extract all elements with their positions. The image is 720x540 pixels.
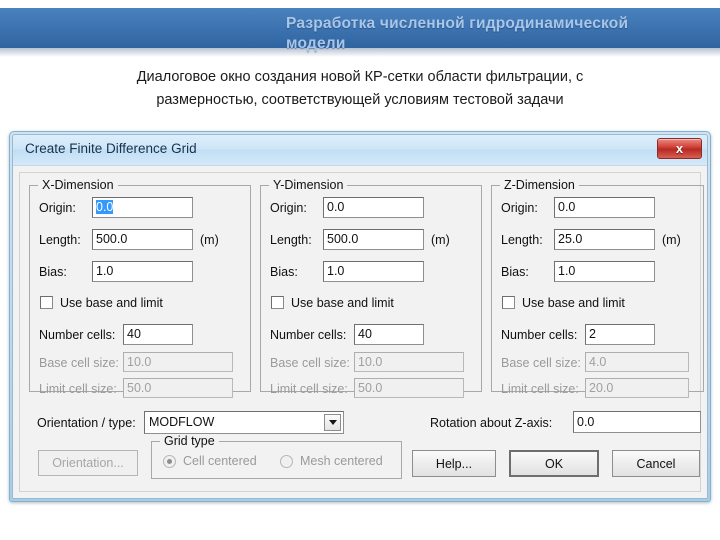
cancel-button[interactable]: Cancel bbox=[612, 450, 700, 477]
group-z-dimension: Z-Dimension Origin: 0.0 Length: 25.0 (m)… bbox=[491, 178, 704, 398]
y-number-cells-input[interactable]: 40 bbox=[354, 324, 424, 345]
y-limit-cell-size-input: 50.0 bbox=[354, 378, 464, 398]
help-button[interactable]: Help... bbox=[412, 450, 496, 477]
z-origin-input[interactable]: 0.0 bbox=[554, 197, 655, 218]
y-number-cells-label: Number cells: bbox=[270, 328, 347, 342]
z-limit-cell-size-input: 20.0 bbox=[585, 378, 689, 398]
chevron-down-icon[interactable] bbox=[324, 414, 341, 431]
slide-subtitle: Диалоговое окно создания новой КР-сетки … bbox=[52, 66, 668, 112]
x-base-cell-size-label: Base cell size: bbox=[39, 356, 119, 370]
group-x-dimension: X-Dimension Origin: 0.0 Length: 500.0 (m… bbox=[29, 178, 251, 398]
group-y-dimension: Y-Dimension Origin: 0.0 Length: 500.0 (m… bbox=[260, 178, 482, 398]
x-number-cells-input[interactable]: 40 bbox=[123, 324, 193, 345]
y-base-cell-size-label: Base cell size: bbox=[270, 356, 350, 370]
z-number-cells-label: Number cells: bbox=[501, 328, 578, 342]
radio-mesh-centered bbox=[280, 455, 293, 468]
y-use-base-and-limit-label: Use base and limit bbox=[291, 296, 394, 310]
y-length-label: Length: bbox=[270, 233, 312, 247]
orientation-type-label: Orientation / type: bbox=[37, 416, 136, 430]
radio-cell-centered bbox=[163, 455, 176, 468]
z-use-base-and-limit-label: Use base and limit bbox=[522, 296, 625, 310]
y-length-unit: (m) bbox=[431, 233, 450, 247]
z-origin-label: Origin: bbox=[501, 201, 538, 215]
y-bias-label: Bias: bbox=[270, 265, 298, 279]
group-x-dimension-label: X-Dimension bbox=[38, 178, 118, 192]
x-length-unit: (m) bbox=[200, 233, 219, 247]
z-number-cells-input[interactable]: 2 bbox=[585, 324, 655, 345]
dialog-titlebar[interactable]: Create Finite Difference Grid x bbox=[13, 135, 707, 166]
x-origin-input[interactable]: 0.0 bbox=[92, 197, 193, 218]
ok-button[interactable]: OK bbox=[509, 450, 599, 477]
rotation-about-z-axis-label: Rotation about Z-axis: bbox=[430, 416, 553, 430]
y-use-base-and-limit-checkbox[interactable] bbox=[271, 296, 284, 309]
x-use-base-and-limit-checkbox[interactable] bbox=[40, 296, 53, 309]
dialog-title: Create Finite Difference Grid bbox=[25, 141, 197, 156]
z-length-unit: (m) bbox=[662, 233, 681, 247]
y-base-cell-size-input: 10.0 bbox=[354, 352, 464, 372]
x-length-input[interactable]: 500.0 bbox=[92, 229, 193, 250]
y-origin-label: Origin: bbox=[270, 201, 307, 215]
subtitle-line2: размерностью, соответствующей условиям т… bbox=[156, 92, 564, 108]
x-number-cells-label: Number cells: bbox=[39, 328, 116, 342]
slide-banner-title: Разработка численной гидродинамической м… bbox=[286, 14, 698, 54]
x-origin-value: 0.0 bbox=[96, 200, 114, 214]
orientation-type-combobox[interactable]: MODFLOW bbox=[144, 411, 344, 434]
group-grid-type: Grid type Cell centered Mesh centered bbox=[151, 434, 402, 479]
slide-root: Разработка численной гидродинамической м… bbox=[0, 0, 720, 540]
z-limit-cell-size-label: Limit cell size: bbox=[501, 382, 579, 396]
radio-cell-centered-label: Cell centered bbox=[183, 454, 257, 468]
banner-title-line1: Разработка численной гидродинамической bbox=[286, 15, 629, 32]
group-grid-type-label: Grid type bbox=[160, 434, 219, 448]
z-base-cell-size-input: 4.0 bbox=[585, 352, 689, 372]
subtitle-line1: Диалоговое окно создания новой КР-сетки … bbox=[136, 69, 584, 85]
z-bias-label: Bias: bbox=[501, 265, 529, 279]
z-length-label: Length: bbox=[501, 233, 543, 247]
group-y-dimension-label: Y-Dimension bbox=[269, 178, 348, 192]
create-finite-difference-grid-dialog: Create Finite Difference Grid x X-Dimens… bbox=[12, 134, 708, 499]
z-base-cell-size-label: Base cell size: bbox=[501, 356, 581, 370]
banner-title-line2: модели bbox=[286, 35, 346, 52]
y-length-input[interactable]: 500.0 bbox=[323, 229, 424, 250]
rotation-about-z-axis-input[interactable]: 0.0 bbox=[573, 411, 701, 433]
z-bias-input[interactable]: 1.0 bbox=[554, 261, 655, 282]
dialog-inner-panel: X-Dimension Origin: 0.0 Length: 500.0 (m… bbox=[19, 172, 704, 492]
dialog-body: X-Dimension Origin: 0.0 Length: 500.0 (m… bbox=[13, 166, 707, 498]
x-limit-cell-size-label: Limit cell size: bbox=[39, 382, 117, 396]
orientation-button: Orientation... bbox=[38, 450, 138, 476]
x-base-cell-size-input: 10.0 bbox=[123, 352, 233, 372]
y-bias-input[interactable]: 1.0 bbox=[323, 261, 424, 282]
x-length-label: Length: bbox=[39, 233, 81, 247]
x-limit-cell-size-input: 50.0 bbox=[123, 378, 233, 398]
x-use-base-and-limit-label: Use base and limit bbox=[60, 296, 163, 310]
y-origin-input[interactable]: 0.0 bbox=[323, 197, 424, 218]
group-z-dimension-label: Z-Dimension bbox=[500, 178, 579, 192]
close-icon[interactable]: x bbox=[657, 138, 702, 159]
z-use-base-and-limit-checkbox[interactable] bbox=[502, 296, 515, 309]
x-bias-input[interactable]: 1.0 bbox=[92, 261, 193, 282]
radio-mesh-centered-label: Mesh centered bbox=[300, 454, 383, 468]
dialog-frame: Create Finite Difference Grid x X-Dimens… bbox=[9, 131, 711, 502]
x-origin-label: Origin: bbox=[39, 201, 76, 215]
x-bias-label: Bias: bbox=[39, 265, 67, 279]
orientation-type-value: MODFLOW bbox=[149, 415, 215, 429]
z-length-input[interactable]: 25.0 bbox=[554, 229, 655, 250]
y-limit-cell-size-label: Limit cell size: bbox=[270, 382, 348, 396]
